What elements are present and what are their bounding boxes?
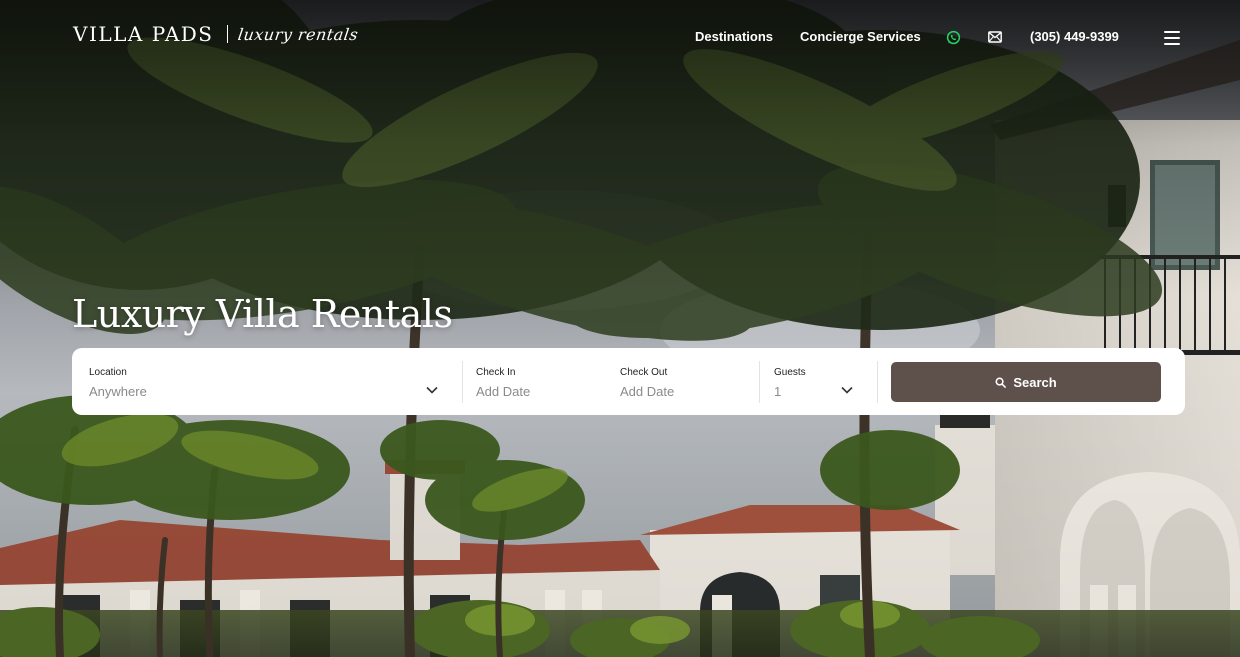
nav-link-destinations[interactable]: Destinations <box>695 29 773 44</box>
chevron-down-icon <box>841 386 853 394</box>
hamburger-menu-icon[interactable] <box>1164 31 1180 45</box>
check-out-placeholder: Add Date <box>620 384 675 399</box>
guests-label: Guests <box>774 367 806 378</box>
whatsapp-icon[interactable] <box>946 30 961 45</box>
check-out-date-field[interactable]: Check Out Add Date <box>607 348 759 415</box>
search-button-label: Search <box>1013 374 1057 390</box>
main-nav: Destinations Concierge Services (305) 44… <box>0 29 1240 47</box>
mail-icon[interactable] <box>988 31 1002 43</box>
search-button[interactable]: Search <box>891 362 1161 402</box>
site-header: VILLA PADS luxury rentals Destinations C… <box>0 0 1240 76</box>
phone-number-link[interactable]: (305) 449-9399 <box>1030 29 1119 44</box>
check-in-label: Check In <box>476 367 516 378</box>
check-out-label: Check Out <box>620 367 668 378</box>
guests-select[interactable]: Guests 1 <box>760 348 878 415</box>
location-select[interactable]: Location Anywhere <box>72 348 462 415</box>
hero-title: Luxury Villa Rentals <box>72 292 453 336</box>
location-label: Location <box>89 367 127 378</box>
search-icon <box>995 377 1007 388</box>
field-divider <box>877 361 878 403</box>
villa-search-form: Location Anywhere Check In Add Date Chec… <box>72 348 1185 415</box>
chevron-down-icon <box>426 386 438 394</box>
check-in-placeholder: Add Date <box>476 384 531 399</box>
guests-value: 1 <box>774 384 782 399</box>
nav-link-concierge-services[interactable]: Concierge Services <box>800 29 921 44</box>
check-in-date-field[interactable]: Check In Add Date <box>463 348 606 415</box>
location-value: Anywhere <box>89 384 147 399</box>
